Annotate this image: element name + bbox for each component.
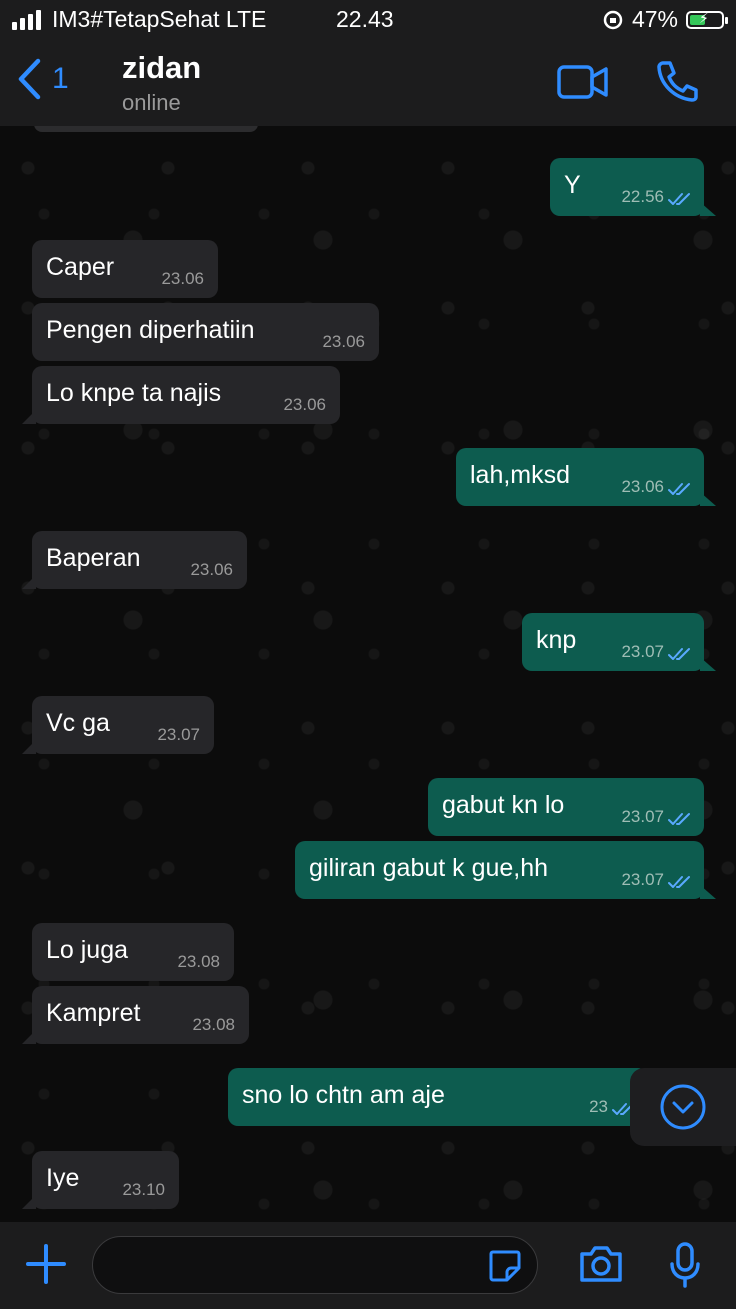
carrier-label: IM3#TetapSehat LTE — [52, 6, 267, 32]
chat-header: 1 zidan online — [0, 40, 736, 126]
input-bar — [0, 1222, 736, 1309]
chat-area[interactable]: Y 22.56 Caper 23.06 Pengen diperhatiin 23.06 L… — [0, 126, 736, 1222]
read-ticks-icon — [668, 483, 690, 495]
message-text: Caper — [46, 253, 115, 281]
microphone-icon[interactable] — [668, 1242, 702, 1288]
message-text: giliran gabut k gue,hh — [309, 854, 549, 882]
bubble-tail — [22, 410, 36, 424]
bubble-tail — [700, 492, 716, 506]
battery-icon: ⚡ — [686, 10, 728, 29]
message-text: Pengen diperhatiin — [46, 316, 255, 344]
incoming-message[interactable]: Iye 23.10 — [22, 1151, 179, 1209]
outgoing-message[interactable]: lah,mksd 23.06 — [456, 448, 716, 506]
unread-count: 1 — [52, 62, 69, 95]
message-time: 23.06 — [283, 395, 326, 414]
message-text: lah,mksd — [470, 461, 571, 489]
message-text: knp — [536, 626, 577, 654]
message-time: 23.06 — [190, 560, 233, 579]
incoming-message[interactable]: Lo juga 23.08 — [32, 923, 234, 981]
bubble-tail — [700, 885, 716, 899]
message-time: 23.08 — [192, 1015, 235, 1034]
incoming-message[interactable]: Kampret 23.08 — [22, 986, 249, 1044]
incoming-message[interactable]: Caper 23.06 — [32, 240, 218, 298]
message-time: 23 — [589, 1097, 608, 1116]
bubble-tail — [700, 202, 716, 216]
bubble-tail — [700, 657, 716, 671]
message-field[interactable] — [92, 1236, 538, 1294]
message-text: Lo knpe ta najis — [46, 379, 222, 407]
message-time: 23.08 — [177, 952, 220, 971]
message-text: Iye — [46, 1164, 80, 1192]
message-time: 23.07 — [157, 725, 200, 744]
incoming-message[interactable]: Vc ga 23.07 — [22, 696, 214, 754]
message-time: 23.10 — [122, 1180, 165, 1199]
incoming-message[interactable]: Baperan 23.06 — [22, 531, 247, 589]
message-time: 23.07 — [621, 870, 664, 889]
bubble-tail — [22, 1195, 36, 1209]
bubble-tail — [22, 740, 36, 754]
chevron-down-circle-icon — [660, 1084, 706, 1130]
message-text: gabut kn lo — [442, 791, 565, 819]
phone-call-icon[interactable] — [655, 60, 699, 102]
chevron-left-icon — [18, 58, 41, 100]
message-text: Kampret — [46, 999, 141, 1027]
contact-status: online — [122, 90, 181, 115]
camera-icon[interactable] — [578, 1244, 624, 1284]
message-text: sno lo chtn am aje — [242, 1081, 445, 1109]
message-time: 23.06 — [621, 477, 664, 496]
message-time: 23.06 — [322, 332, 365, 351]
read-ticks-icon — [668, 813, 690, 825]
read-ticks-icon — [668, 193, 690, 205]
outgoing-message[interactable]: gabut kn lo 23.07 — [428, 778, 704, 836]
message-text: Baperan — [46, 544, 141, 572]
back-button[interactable]: 1 — [16, 58, 69, 100]
message-time: 23.07 — [621, 642, 664, 661]
message-text: Vc ga — [46, 709, 110, 737]
signal-icon — [12, 10, 41, 30]
battery-percent: 47% — [631, 6, 678, 32]
bubble-tail — [22, 1030, 36, 1044]
sticker-icon[interactable] — [487, 1248, 523, 1284]
incoming-message[interactable]: Pengen diperhatiin 23.06 — [32, 303, 379, 361]
clock: 22.43 — [336, 6, 394, 32]
video-call-icon[interactable] — [557, 64, 609, 100]
message-text: Lo juga — [46, 936, 129, 964]
message-text: Y — [564, 171, 581, 199]
previous-message-bubble — [34, 126, 258, 132]
scroll-to-bottom-button[interactable] — [630, 1068, 736, 1146]
bubble-tail — [22, 575, 36, 589]
outgoing-message[interactable]: knp 23.07 — [522, 613, 716, 671]
message-time: 23.07 — [621, 807, 664, 826]
message-time: 22.56 — [621, 187, 664, 206]
plus-icon[interactable] — [24, 1242, 68, 1286]
read-ticks-icon — [668, 876, 690, 888]
orientation-lock-icon — [603, 10, 623, 29]
incoming-message[interactable]: Lo knpe ta najis 23.06 — [22, 366, 340, 424]
contact-name[interactable]: zidan — [122, 50, 201, 86]
status-bar: IM3#TetapSehat LTE 22.43 47% ⚡ — [0, 0, 736, 40]
message-time: 23.06 — [161, 269, 204, 288]
read-ticks-icon — [668, 648, 690, 660]
outgoing-message[interactable]: giliran gabut k gue,hh 23.07 — [295, 841, 716, 899]
outgoing-message[interactable]: Y 22.56 — [550, 158, 716, 216]
message-input[interactable] — [111, 1247, 485, 1285]
outgoing-message[interactable]: sno lo chtn am aje 23 — [228, 1068, 660, 1126]
